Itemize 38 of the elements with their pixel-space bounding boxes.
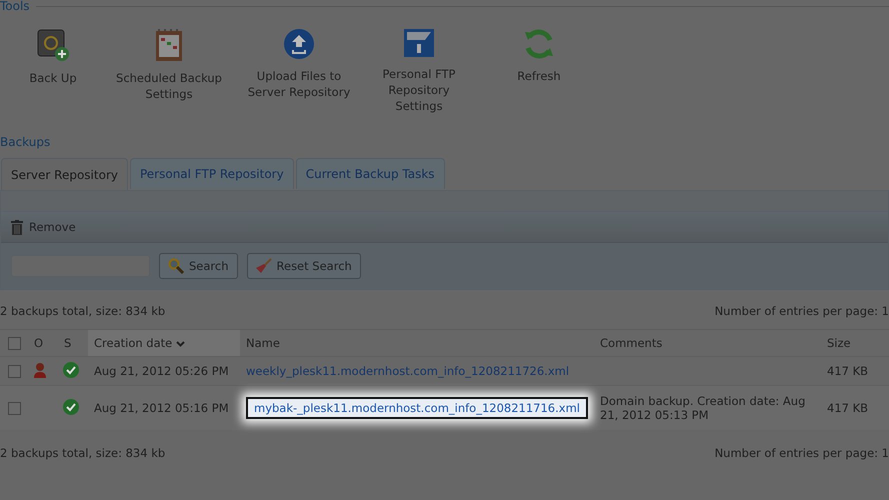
column-header: Size xyxy=(821,330,889,356)
column-header: Name xyxy=(240,330,594,356)
select-all-checkbox[interactable] xyxy=(8,337,21,350)
section-heading: Tools xyxy=(0,0,30,13)
reset-search-button[interactable]: Reset Search xyxy=(246,253,361,279)
backup-summary: 2 backups total, size: 834 kb xyxy=(0,303,166,319)
backup-link[interactable]: mybak-_plesk11.modernhost.com_info_1208211716.xml xyxy=(246,397,588,419)
column-header: O xyxy=(28,330,58,356)
column-header[interactable]: Creation date xyxy=(88,330,240,356)
refresh-icon xyxy=(523,28,555,60)
backup-summary: 2 backups total, size: 834 kb xyxy=(0,445,166,461)
entries-per-page: Number of entries per page: 1 xyxy=(714,445,889,461)
tab[interactable]: Current Backup Tasks xyxy=(296,158,445,189)
tab[interactable]: Personal FTP Repository xyxy=(130,158,294,189)
remove-button[interactable]: Remove xyxy=(11,220,76,234)
table-cell: Domain backup. Creation date: Aug 21, 2012 05:13 PM xyxy=(600,394,806,422)
section-heading: Backups xyxy=(0,135,50,149)
column-header: Comments xyxy=(594,330,821,356)
search-button[interactable]: Search xyxy=(159,253,238,279)
tool-button[interactable]: Scheduled Backup Settings xyxy=(104,28,234,114)
upload-icon xyxy=(283,28,315,60)
tool-button[interactable]: Refresh xyxy=(494,28,584,114)
magnifier-icon xyxy=(168,258,184,274)
tool-button[interactable]: Personal FTP Repository Settings xyxy=(374,28,464,114)
column-header: S xyxy=(58,330,88,356)
backup-link[interactable]: weekly_plesk11.modernhost.com_info_1208211726.xml xyxy=(246,364,570,378)
trash-icon xyxy=(11,220,23,234)
caret-icon xyxy=(176,341,185,347)
folder-icon xyxy=(403,28,435,58)
calendar-icon xyxy=(155,28,183,62)
tab[interactable]: Server Repository xyxy=(1,158,128,190)
broom-icon xyxy=(256,258,272,274)
tool-button[interactable]: Upload Files to Server Repository xyxy=(244,28,354,114)
row-checkbox[interactable] xyxy=(8,402,21,416)
tool-button[interactable]: Back Up xyxy=(10,28,96,114)
safe-icon xyxy=(36,28,70,62)
row-checkbox[interactable] xyxy=(8,365,21,378)
entries-per-page: Number of entries per page: 1 xyxy=(714,303,889,319)
